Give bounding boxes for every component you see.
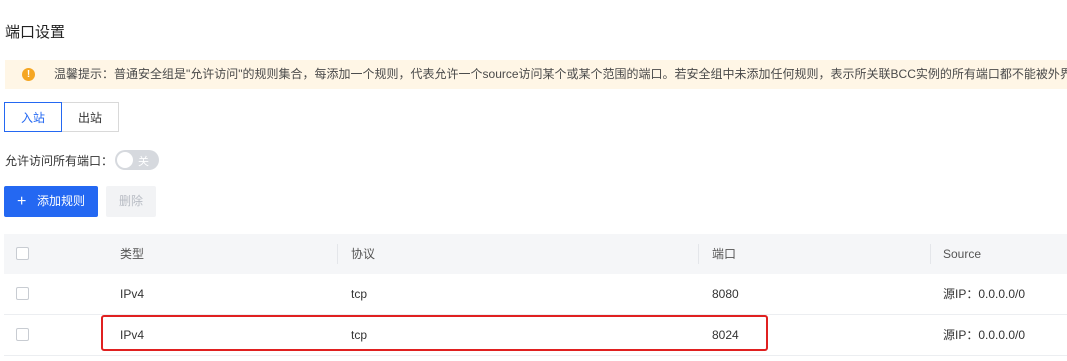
warning-icon: ! <box>22 68 35 81</box>
header-source: Source <box>943 247 982 261</box>
plus-icon: + <box>17 193 27 210</box>
allow-all-ports-label: 允许访问所有端口： <box>5 154 114 168</box>
cell-source: 源IP：0.0.0.0/0 <box>943 287 1026 301</box>
toggle-knob <box>117 152 133 168</box>
cell-source: 源IP：0.0.0.0/0 <box>943 328 1026 342</box>
table-header: 类型 协议 端口 Source <box>4 234 1067 274</box>
header-port: 端口 <box>712 247 737 261</box>
toggle-state-label: 关 <box>138 156 149 168</box>
highlight-annotation-box <box>101 315 768 351</box>
allow-all-ports-toggle[interactable]: 关 <box>115 150 159 170</box>
cell-protocol: tcp <box>351 287 368 301</box>
header-protocol: 协议 <box>351 247 376 261</box>
column-divider <box>930 244 931 264</box>
notice-banner: ! 温馨提示：普通安全组是"允许访问"的规则集合，每添加一个规则，代表允许一个s… <box>5 60 1067 89</box>
select-all-checkbox[interactable] <box>16 247 29 260</box>
row-checkbox[interactable] <box>16 328 29 341</box>
add-rule-label: 添加规则 <box>37 194 86 208</box>
row-checkbox[interactable] <box>16 287 29 300</box>
cell-port: 8080 <box>712 287 739 301</box>
tab-inbound[interactable]: 入站 <box>4 102 62 132</box>
column-divider <box>337 244 338 264</box>
notice-text: 温馨提示：普通安全组是"允许访问"的规则集合，每添加一个规则，代表允许一个sou… <box>54 67 1067 81</box>
table-row: IPv4 tcp 8080 源IP：0.0.0.0/0 <box>4 274 1067 315</box>
header-type: 类型 <box>120 247 145 261</box>
tab-outbound[interactable]: 出站 <box>61 102 119 132</box>
cell-type: IPv4 <box>120 287 145 301</box>
column-divider <box>698 244 699 264</box>
delete-button: 删除 <box>106 186 156 217</box>
page-title: 端口设置 <box>5 24 66 41</box>
add-rule-button[interactable]: + 添加规则 <box>4 186 98 217</box>
